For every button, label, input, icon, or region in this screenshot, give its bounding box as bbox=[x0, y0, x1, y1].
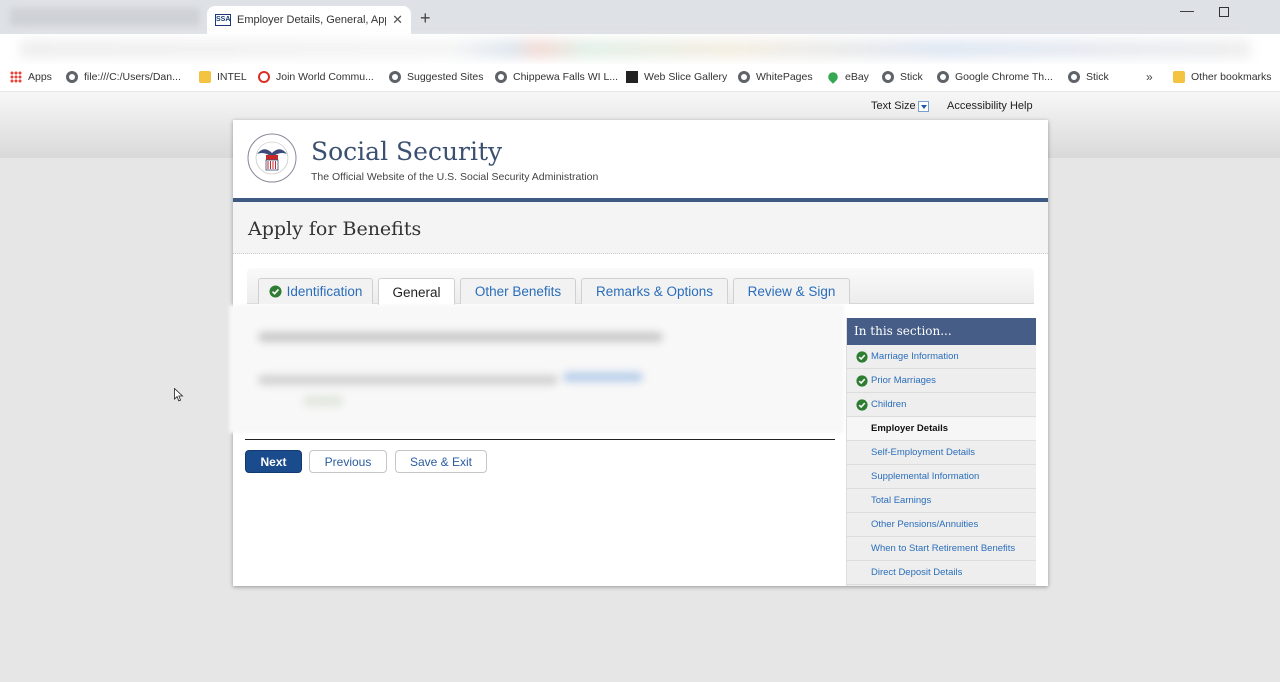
new-tab-button[interactable]: + bbox=[420, 8, 431, 29]
ssa-favicon-icon: SSA bbox=[215, 14, 231, 26]
other-bookmarks[interactable]: Other bookmarks bbox=[1173, 71, 1272, 83]
maximize-icon[interactable] bbox=[1219, 7, 1229, 17]
bookmark-ebay[interactable]: eBay bbox=[826, 70, 869, 84]
check-circle-icon bbox=[856, 374, 868, 387]
bookmark-web-slice[interactable]: Web Slice Gallery bbox=[626, 71, 727, 83]
site-tagline: The Official Website of the U.S. Social … bbox=[311, 171, 599, 183]
bookmark-chrome-themes[interactable]: Google Chrome Th... bbox=[937, 71, 1053, 83]
browser-tab-active[interactable]: SSA Employer Details, General, Apply ✕ bbox=[207, 6, 411, 34]
main-card: Social Security The Official Website of … bbox=[229, 120, 1048, 586]
globe-icon bbox=[389, 71, 401, 83]
tab-general[interactable]: General bbox=[378, 278, 455, 305]
bookmark-apps[interactable]: Apps bbox=[10, 71, 52, 83]
next-button[interactable]: Next bbox=[245, 450, 302, 473]
bookmark-chippewa[interactable]: Chippewa Falls WI L... bbox=[495, 71, 618, 83]
section-item-employer-details: Employer Details bbox=[847, 417, 1036, 441]
folder-icon bbox=[199, 71, 211, 83]
site-title[interactable]: Social Security bbox=[311, 137, 502, 166]
globe-icon bbox=[882, 71, 894, 83]
section-nav: In this section... Marriage Information … bbox=[846, 318, 1036, 586]
community-icon bbox=[258, 71, 270, 83]
bookmarks-bar: Apps file:///C:/Users/Dan... INTEL Join … bbox=[0, 64, 1280, 92]
folder-icon bbox=[1173, 71, 1185, 83]
mouse-cursor-icon bbox=[174, 388, 184, 402]
section-nav-heading: In this section... bbox=[847, 318, 1036, 345]
check-circle-icon bbox=[856, 350, 868, 363]
minimize-icon[interactable]: — bbox=[1180, 2, 1194, 18]
bookmark-file[interactable]: file:///C:/Users/Dan... bbox=[66, 71, 181, 83]
browser-tab-title: Employer Details, General, Apply bbox=[237, 14, 387, 26]
globe-icon bbox=[66, 71, 78, 83]
section-item-retirement-start[interactable]: When to Start Retirement Benefits bbox=[847, 537, 1036, 561]
browser-tab-strip: SSA Employer Details, General, Apply ✕ +… bbox=[0, 0, 1280, 34]
ssa-seal-icon bbox=[247, 133, 297, 183]
map-pin-icon bbox=[826, 70, 840, 84]
section-item-marriage-information[interactable]: Marriage Information bbox=[847, 345, 1036, 369]
apps-icon bbox=[10, 71, 22, 83]
section-item-children[interactable]: Children bbox=[847, 393, 1036, 417]
bookmark-whitepages[interactable]: WhitePages bbox=[738, 71, 813, 83]
blurred-answer bbox=[258, 375, 558, 385]
globe-icon bbox=[495, 71, 507, 83]
blurred-link bbox=[563, 372, 643, 382]
more-bookmarks-icon[interactable]: » bbox=[1146, 70, 1153, 84]
blurred-form-content bbox=[229, 305, 844, 433]
previous-button[interactable]: Previous bbox=[309, 450, 387, 473]
section-item-prior-marriages[interactable]: Prior Marriages bbox=[847, 369, 1036, 393]
bookmark-join-world[interactable]: Join World Commu... bbox=[258, 71, 374, 83]
address-bar[interactable] bbox=[0, 34, 1280, 64]
form-divider bbox=[245, 439, 835, 440]
globe-icon bbox=[937, 71, 949, 83]
web-slice-icon bbox=[626, 71, 638, 83]
section-item-total-earnings[interactable]: Total Earnings bbox=[847, 489, 1036, 513]
close-tab-icon[interactable]: ✕ bbox=[392, 12, 403, 28]
blurred-tabs bbox=[10, 8, 200, 26]
accessibility-help-link[interactable]: Accessibility Help bbox=[947, 100, 1033, 112]
blurred-question bbox=[258, 332, 663, 342]
text-size-control[interactable]: Text Size bbox=[871, 100, 929, 112]
tab-other-benefits[interactable]: Other Benefits bbox=[460, 278, 576, 304]
globe-icon bbox=[1068, 71, 1080, 83]
save-exit-button[interactable]: Save & Exit bbox=[395, 450, 487, 473]
section-item-other-pensions[interactable]: Other Pensions/Annuities bbox=[847, 513, 1036, 537]
page-header: Apply for Benefits bbox=[233, 202, 1048, 254]
check-circle-icon bbox=[269, 285, 282, 298]
bookmark-suggested-sites[interactable]: Suggested Sites bbox=[389, 71, 483, 83]
section-item-self-employment-details[interactable]: Self-Employment Details bbox=[847, 441, 1036, 465]
bookmark-stick-2[interactable]: Stick bbox=[1068, 71, 1109, 83]
section-item-supplemental-information[interactable]: Supplemental Information bbox=[847, 465, 1036, 489]
bookmark-stick[interactable]: Stick bbox=[882, 71, 923, 83]
check-circle-icon bbox=[856, 398, 868, 411]
blurred-note bbox=[303, 396, 343, 406]
page-title: Apply for Benefits bbox=[248, 218, 422, 240]
tab-remarks-options[interactable]: Remarks & Options bbox=[581, 278, 728, 304]
tab-review-sign[interactable]: Review & Sign bbox=[733, 278, 850, 304]
section-item-direct-deposit[interactable]: Direct Deposit Details bbox=[847, 561, 1036, 585]
tab-identification[interactable]: Identification bbox=[258, 278, 373, 304]
blurred-address-bar bbox=[20, 40, 1250, 58]
dropdown-arrow-icon[interactable] bbox=[917, 100, 929, 112]
bookmark-intel[interactable]: INTEL bbox=[199, 71, 247, 83]
globe-icon bbox=[738, 71, 750, 83]
